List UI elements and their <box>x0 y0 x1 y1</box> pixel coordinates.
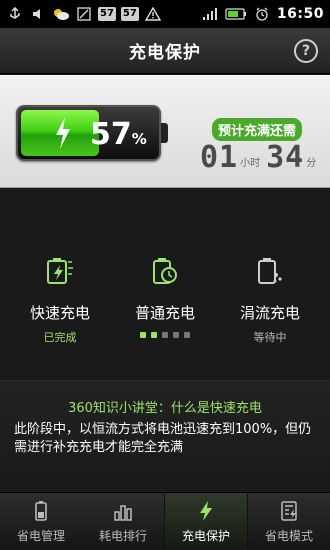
tab-label: 省电模式 <box>264 529 313 543</box>
trickle-charge-icon <box>258 258 282 284</box>
mode-progress <box>110 332 220 338</box>
knowledge-tip: 360知识小讲堂：什么是快速充电 此阶段中，以恒流方式将电池迅速充到100%，但… <box>0 380 330 490</box>
battery-gauge: 57% <box>16 105 168 161</box>
battery-charging-icon <box>225 6 247 22</box>
mode-trickle-charge[interactable]: 涓流充电 等待中 <box>215 256 325 345</box>
battery-full-icon <box>75 6 93 22</box>
tip-title: 360知识小讲堂：什么是快速充电 <box>68 401 262 416</box>
battery-percent-value: 57 <box>90 117 132 152</box>
tab-label: 充电保护 <box>181 529 230 543</box>
eta-minutes: 34 <box>266 140 305 175</box>
help-icon: ? <box>301 43 311 59</box>
help-button[interactable]: ? <box>294 39 318 63</box>
clock: 16:50 <box>276 6 324 22</box>
charge-bolt-icon <box>200 501 212 521</box>
progress-dot <box>184 332 190 338</box>
battery-percent-sign: % <box>131 130 147 148</box>
mode-normal-charge[interactable]: 普通充电 <box>110 256 220 338</box>
mode-name: 普通充电 <box>134 304 195 322</box>
battery-percent: 57% <box>90 117 147 152</box>
lightning-bolt-icon <box>56 117 70 149</box>
battery-panel: 57% 预计充满还需 01 小时 34 分 <box>0 75 330 188</box>
progress-dot <box>173 332 179 338</box>
eta-time: 01 小时 34 分 <box>200 143 322 173</box>
app-header: 充电保护 ? <box>0 28 330 74</box>
eta-label: 预计充满还需 <box>212 118 303 141</box>
eta-hours: 01 <box>200 140 239 175</box>
tab-label: 耗电排行 <box>98 529 147 543</box>
battery-manage-icon <box>35 501 47 521</box>
progress-dot <box>162 332 168 338</box>
tab-power-mode[interactable]: 省电模式 <box>248 493 330 550</box>
weather-icon <box>52 6 70 22</box>
tip-body: 此阶段中，以恒流方式将电池迅速充到100%，但仍需进行补充充电才能完全充满 <box>14 422 312 455</box>
tab-power-ranking[interactable]: 耗电排行 <box>82 493 164 550</box>
progress-dot <box>151 332 157 338</box>
fast-charge-icon <box>47 258 73 284</box>
page-title: 充电保护 <box>129 43 201 63</box>
status-bar: 57 57 16:50 <box>0 0 330 28</box>
mode-name: 快速充电 <box>29 304 90 322</box>
signal-icon <box>201 6 219 22</box>
tab-charge-protection[interactable]: 充电保护 <box>164 493 248 550</box>
mode-status: 等待中 <box>253 331 287 344</box>
mode-name: 涓流充电 <box>239 304 300 322</box>
volume-icon <box>29 6 47 22</box>
mode-status: 已完成 <box>43 331 77 344</box>
warning-icon <box>144 6 162 22</box>
progress-dot <box>140 332 146 338</box>
normal-charge-icon <box>153 258 177 284</box>
tab-power-management[interactable]: 省电管理 <box>0 493 82 550</box>
charge-modes: 快速充电 已完成 普通充电 涓流充电 等待中 <box>0 240 330 350</box>
eta-minutes-unit: 分 <box>306 158 317 169</box>
usb-icon <box>6 6 24 22</box>
bottom-tab-bar: 省电管理 耗电排行 充电保护 省电模式 <box>0 492 330 550</box>
status-badge: 57 <box>98 7 116 21</box>
alarm-icon <box>253 6 271 22</box>
list-bolt-icon <box>281 501 297 521</box>
eta-hours-unit: 小时 <box>240 158 261 169</box>
status-badge: 57 <box>120 7 139 21</box>
mode-fast-charge[interactable]: 快速充电 已完成 <box>5 256 115 345</box>
battery-cap <box>161 123 168 143</box>
battery-body: 57% <box>16 105 161 161</box>
bar-chart-icon <box>114 505 132 521</box>
tab-label: 省电管理 <box>16 529 65 543</box>
